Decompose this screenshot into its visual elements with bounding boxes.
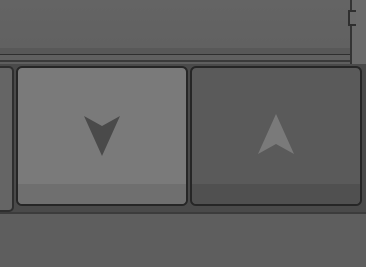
- button-row: [0, 64, 366, 212]
- scroll-up-button[interactable]: [190, 66, 362, 206]
- top-panel-edge: [0, 48, 350, 55]
- down-arrow-icon: [84, 116, 120, 156]
- bottom-panel: [0, 212, 366, 267]
- up-arrow-icon: [258, 114, 294, 154]
- right-frame: [348, 0, 366, 66]
- frame-notch: [348, 10, 356, 26]
- scroll-down-button[interactable]: [16, 66, 188, 206]
- left-button-stub[interactable]: [0, 66, 14, 212]
- game-control-panel: [0, 0, 366, 267]
- button-shade: [192, 184, 360, 204]
- button-shade: [18, 184, 186, 204]
